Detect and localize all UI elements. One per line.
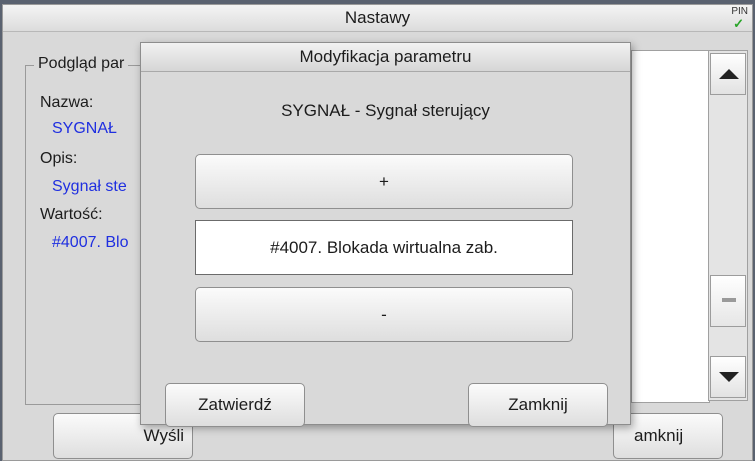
increment-button[interactable]: + xyxy=(195,154,573,209)
scrollbar-thumb[interactable] xyxy=(710,275,746,327)
name-label: Nazwa: xyxy=(40,94,94,111)
name-value: SYGNAŁ xyxy=(52,120,117,137)
current-value-field: #4007. Blokada wirtualna zab. xyxy=(195,220,573,275)
value-value: #4007. Blo xyxy=(52,234,129,251)
description-value: Sygnał ste xyxy=(52,178,127,195)
checkmark-icon: ✓ xyxy=(733,16,744,31)
scroll-down-button[interactable] xyxy=(710,356,746,398)
dialog-subtitle: SYGNAŁ - Sygnał sterujący xyxy=(281,101,490,120)
preview-legend: Podgląd par xyxy=(34,55,129,73)
vertical-scrollbar[interactable] xyxy=(708,50,748,401)
dialog-title: Modyfikacja parametru xyxy=(141,43,630,72)
decrement-button[interactable]: - xyxy=(195,287,573,342)
value-label: Wartość: xyxy=(40,206,103,223)
triangle-down-icon xyxy=(719,372,739,382)
grip-icon xyxy=(722,298,736,302)
confirm-button[interactable]: Zatwierdź xyxy=(165,383,305,427)
dialog-close-button[interactable]: Zamknij xyxy=(468,383,608,427)
triangle-up-icon xyxy=(719,69,739,79)
window-title: Nastawy xyxy=(3,5,752,32)
description-label: Opis: xyxy=(40,150,78,167)
parameter-list[interactable] xyxy=(631,50,710,403)
scroll-up-button[interactable] xyxy=(710,53,746,95)
modify-parameter-dialog: Modyfikacja parametru SYGNAŁ - Sygnał st… xyxy=(140,42,631,427)
